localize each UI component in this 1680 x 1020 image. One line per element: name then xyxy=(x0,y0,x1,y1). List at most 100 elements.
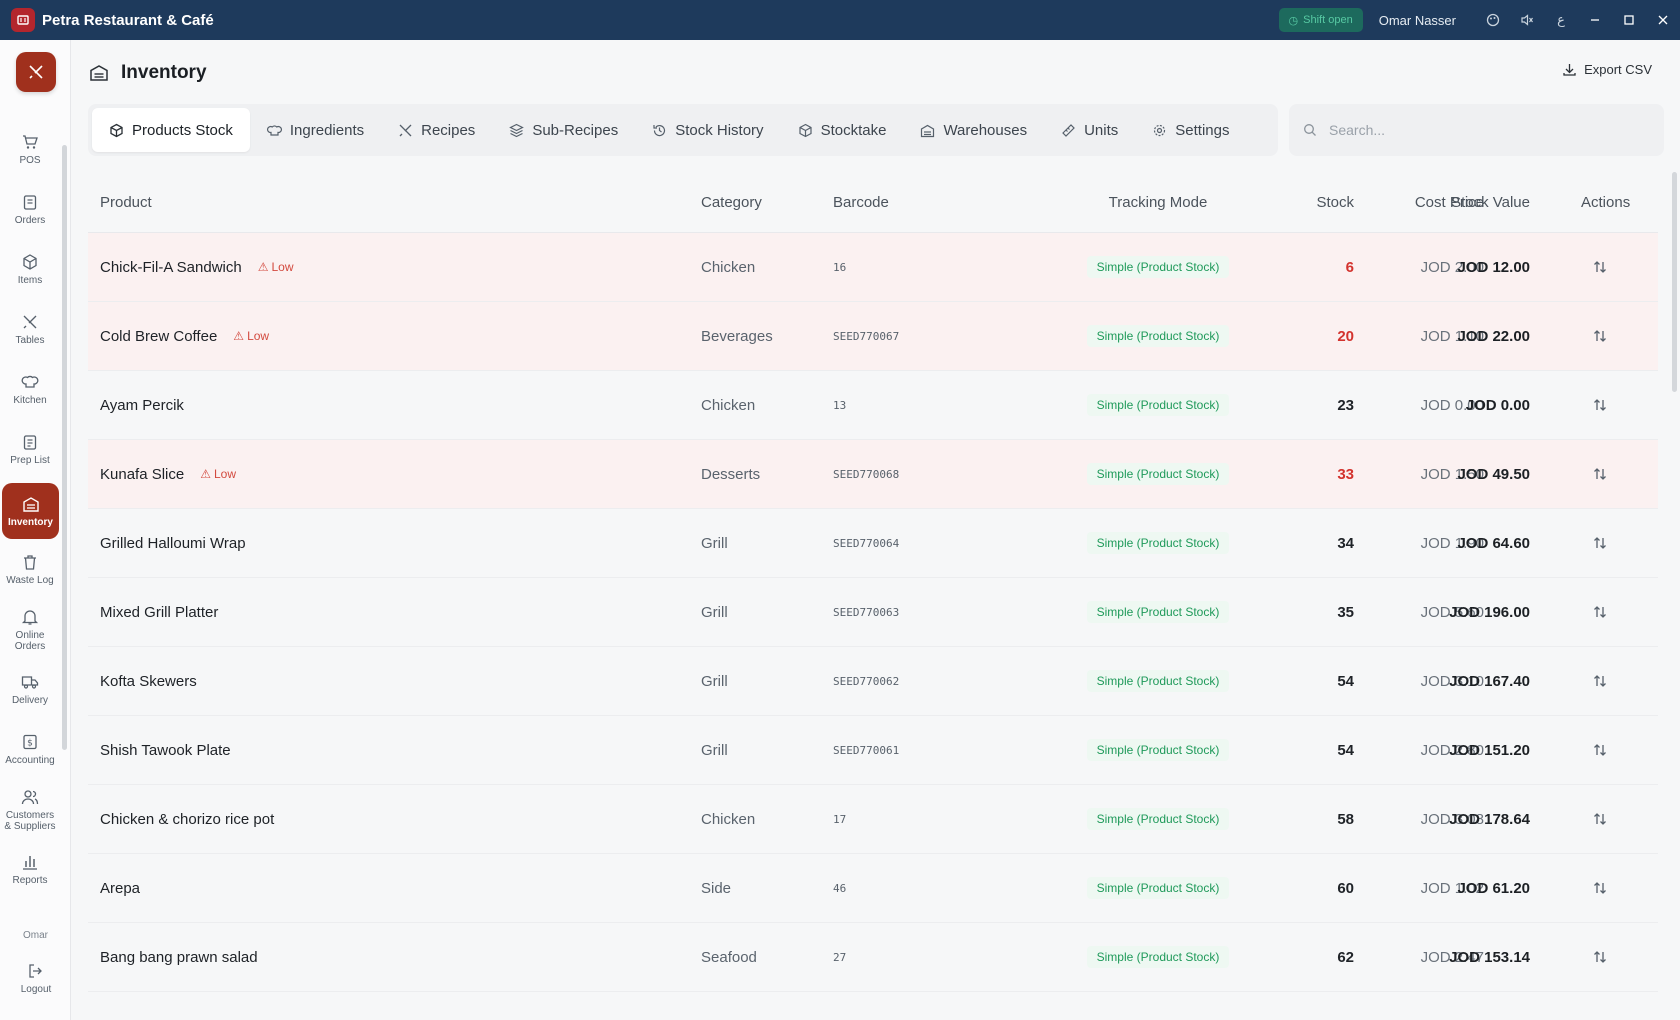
tracking-mode-cell: Simple (Product Stock) xyxy=(988,394,1328,416)
adjust-stock-button[interactable] xyxy=(1590,949,1610,965)
product-cell: Chicken & chorizo rice pot xyxy=(100,811,274,828)
sidebar-item-kitchen[interactable]: Kitchen xyxy=(2,373,58,406)
tab-settings[interactable]: Settings xyxy=(1135,108,1246,152)
barcode-cell: SEED770068 xyxy=(833,467,900,481)
tab-ingredients[interactable]: Ingredients xyxy=(250,108,381,152)
column-header-tracking-mode[interactable]: Tracking Mode xyxy=(988,194,1328,211)
table-row[interactable]: Chicken & chorizo rice pot Chicken 17 Simpl… xyxy=(88,785,1658,854)
sidebar-item-orders[interactable]: Orders xyxy=(2,193,58,226)
adjust-stock-button[interactable] xyxy=(1590,604,1610,620)
adjust-stock-button[interactable] xyxy=(1590,811,1610,827)
table-row[interactable]: Kofta Skewers Grill SEED770062 Simple (Prod… xyxy=(88,647,1658,716)
product-name: Grilled Halloumi Wrap xyxy=(100,534,246,552)
svg-text:$: $ xyxy=(27,739,33,749)
table-row[interactable]: Arepa Side 46 Simple (Product Stock) 60 JOD 1… xyxy=(88,854,1658,923)
sidebar-item-inventory[interactable]: Inventory xyxy=(2,483,59,539)
table-row[interactable]: Mixed Grill Platter Grill SEED770063 Simple… xyxy=(88,578,1658,647)
sidebar-item-delivery[interactable]: Delivery xyxy=(2,673,58,706)
sidebar-item-label: Delivery xyxy=(11,695,49,706)
tab-units[interactable]: Units xyxy=(1044,108,1135,152)
table-row[interactable]: Shish Tawook Plate Grill SEED770061 Simple … xyxy=(88,716,1658,785)
minimize-icon[interactable] xyxy=(1578,0,1612,40)
column-header-category[interactable]: Category xyxy=(701,194,762,211)
tracking-mode-cell: Simple (Product Stock) xyxy=(988,325,1328,347)
shift-status-badge[interactable]: ◷ Shift open xyxy=(1278,8,1363,32)
maximize-icon[interactable] xyxy=(1612,0,1646,40)
column-header-actions: Actions xyxy=(1581,194,1631,211)
tab-warehouses[interactable]: Warehouses xyxy=(903,108,1044,152)
tab-stock-history[interactable]: Stock History xyxy=(635,108,780,152)
table-row[interactable]: Bang bang prawn salad Seafood 27 Simple (Pr… xyxy=(88,923,1658,992)
table-row[interactable]: Kunafa Slice ⚠ Low Desserts SEED770068 Simple… xyxy=(88,440,1658,509)
sidebar-item-items[interactable]: Items xyxy=(2,253,58,286)
tab-sub-recipes[interactable]: Sub-Recipes xyxy=(492,108,635,152)
swap-vertical-icon xyxy=(1594,813,1606,825)
swap-vertical-icon xyxy=(1594,744,1606,756)
adjust-stock-button[interactable] xyxy=(1590,880,1610,896)
sidebar-item-accounting[interactable]: $ Accounting xyxy=(2,733,58,766)
adjust-stock-button[interactable] xyxy=(1590,259,1610,275)
category-cell: Grill xyxy=(701,672,728,690)
table-header-row: Product Category Barcode Tracking Mode S… xyxy=(88,173,1658,233)
tab-recipes[interactable]: Recipes xyxy=(381,108,492,152)
table-row[interactable]: Grilled Halloumi Wrap Grill SEED770064 Simp… xyxy=(88,509,1658,578)
low-stock-label: Low xyxy=(247,329,270,343)
sidebar-item-label: Items xyxy=(17,275,43,286)
tab-products-stock[interactable]: Products Stock xyxy=(92,108,250,152)
current-user-name[interactable]: Omar Nasser xyxy=(1379,13,1456,28)
category-cell: Chicken xyxy=(701,258,756,276)
product-cell: Kofta Skewers xyxy=(100,673,197,690)
sidebar-item-reports[interactable]: Reports xyxy=(2,853,58,886)
column-header-barcode[interactable]: Barcode xyxy=(833,194,889,211)
sidebar-item-customers-suppliers[interactable]: Customers & Suppliers xyxy=(2,788,58,832)
product-cell: Bang bang prawn salad xyxy=(100,949,258,966)
tracking-mode-cell: Simple (Product Stock) xyxy=(988,601,1328,623)
barcode-cell: 16 xyxy=(833,260,847,274)
product-cell: Ayam Percik xyxy=(100,397,184,414)
product-cell: Kunafa Slice ⚠ Low xyxy=(100,466,236,483)
sidebar-item-online-orders[interactable]: Online Orders xyxy=(2,608,58,652)
logout-button[interactable]: Logout xyxy=(8,962,64,995)
tab-label: Stock History xyxy=(675,121,764,139)
tab-stocktake[interactable]: Stocktake xyxy=(781,108,904,152)
search-field[interactable]: Search... xyxy=(1289,104,1664,156)
low-stock-badge: ⚠ Low xyxy=(258,260,294,274)
column-header-stock-value[interactable]: Stock Value xyxy=(1451,194,1530,211)
table-row[interactable]: Chick-Fil-A Sandwich ⚠ Low Chicken 16 Simple … xyxy=(88,233,1658,302)
tracking-mode-badge: Simple (Product Stock) xyxy=(1086,670,1230,692)
title-bar: Petra Restaurant & Café ◷ Shift open Oma… xyxy=(0,0,1680,40)
sidebar-item-label: Online Orders xyxy=(14,630,46,652)
swap-vertical-icon xyxy=(1594,951,1606,963)
adjust-stock-button[interactable] xyxy=(1590,742,1610,758)
palette-icon[interactable] xyxy=(1476,0,1510,40)
clipboard-icon xyxy=(23,195,37,210)
mute-icon[interactable] xyxy=(1510,0,1544,40)
search-input[interactable]: Search... xyxy=(1329,122,1385,138)
adjust-stock-button[interactable] xyxy=(1590,673,1610,689)
barcode-cell: SEED770061 xyxy=(833,743,900,757)
close-icon[interactable] xyxy=(1646,0,1680,40)
sidebar-item-prep-list[interactable]: Prep List xyxy=(2,433,58,466)
table-row[interactable]: Ayam Percik Chicken 13 Simple (Product Stoc… xyxy=(88,371,1658,440)
table-row[interactable]: Cold Brew Coffee ⚠ Low Beverages SEED770067 S… xyxy=(88,302,1658,371)
download-icon xyxy=(1563,64,1576,76)
sidebar-scrollbar[interactable] xyxy=(62,145,67,750)
main-scrollbar[interactable] xyxy=(1672,172,1677,392)
language-icon[interactable]: ع xyxy=(1544,0,1578,40)
column-header-stock[interactable]: Stock xyxy=(1316,194,1354,211)
adjust-stock-button[interactable] xyxy=(1590,466,1610,482)
barcode-cell: SEED770063 xyxy=(833,605,900,619)
dollar-icon: $ xyxy=(23,734,37,750)
sidebar-item-waste-log[interactable]: Waste Log xyxy=(2,553,58,586)
adjust-stock-button[interactable] xyxy=(1590,535,1610,551)
sidebar-item-tables[interactable]: Tables xyxy=(2,313,58,346)
adjust-stock-button[interactable] xyxy=(1590,328,1610,344)
export-csv-button[interactable]: Export CSV xyxy=(1562,62,1652,77)
tab-label: Ingredients xyxy=(289,121,365,139)
sidebar-item-pos[interactable]: POS xyxy=(2,133,58,166)
brand-utensils-button[interactable] xyxy=(16,52,56,92)
adjust-stock-button[interactable] xyxy=(1590,397,1610,413)
barcode-cell: 13 xyxy=(833,398,847,412)
column-header-product[interactable]: Product xyxy=(100,194,152,211)
sidebar-item-label: Customers & Suppliers xyxy=(4,810,56,832)
